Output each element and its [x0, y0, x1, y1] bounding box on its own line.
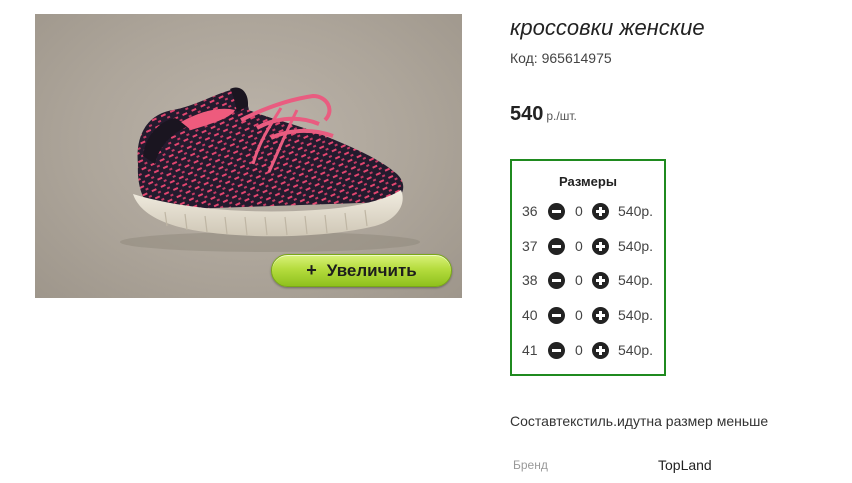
code-value: 965614975 [541, 50, 612, 66]
size-row: 41 0 540р. [512, 341, 664, 361]
brand-label: Бренд [513, 458, 548, 472]
size-row: 40 0 540р. [512, 306, 664, 326]
size-number: 40 [522, 307, 538, 323]
size-row: 36 0 540р. [512, 202, 664, 222]
size-row: 38 0 540р. [512, 271, 664, 291]
sizes-title: Размеры [559, 174, 617, 189]
size-price: 540р. [618, 272, 654, 288]
size-price: 540р. [618, 307, 654, 323]
minus-circle-icon[interactable] [548, 203, 565, 220]
zoom-plus-icon: + [306, 260, 317, 280]
minus-circle-icon[interactable] [548, 272, 565, 289]
product-price: 540 р./шт. [510, 103, 577, 126]
minus-circle-icon[interactable] [548, 342, 565, 359]
zoom-button-label: Увеличить [326, 260, 417, 280]
plus-circle-icon[interactable] [592, 272, 609, 289]
zoom-button[interactable]: + Увеличить [271, 254, 452, 287]
sizes-panel: Размеры 36 0 540р. 37 0 540р. 38 0 540р.… [510, 159, 666, 376]
code-label: Код: [510, 50, 538, 66]
size-number: 37 [522, 238, 538, 254]
size-row: 37 0 540р. [512, 237, 664, 257]
size-quantity: 0 [575, 203, 583, 219]
size-number: 36 [522, 203, 538, 219]
minus-circle-icon[interactable] [548, 238, 565, 255]
size-price: 540р. [618, 342, 654, 358]
product-title: кроссовки женские [510, 15, 705, 40]
product-code: Код: 965614975 [510, 50, 612, 66]
size-number: 41 [522, 342, 538, 358]
plus-circle-icon[interactable] [592, 342, 609, 359]
brand-value: TopLand [658, 457, 712, 473]
price-unit: р./шт. [546, 109, 577, 123]
size-price: 540р. [618, 203, 654, 219]
price-value: 540 [510, 103, 544, 125]
plus-circle-icon[interactable] [592, 203, 609, 220]
product-description: Составтекстиль.идутна размер меньше [510, 413, 769, 429]
minus-circle-icon[interactable] [548, 307, 565, 324]
plus-circle-icon[interactable] [592, 238, 609, 255]
size-number: 38 [522, 272, 538, 288]
size-quantity: 0 [575, 272, 583, 288]
plus-circle-icon[interactable] [592, 307, 609, 324]
size-quantity: 0 [575, 307, 583, 323]
size-price: 540р. [618, 238, 654, 254]
size-quantity: 0 [575, 238, 583, 254]
product-photo[interactable]: + Увеличить [35, 14, 462, 298]
size-quantity: 0 [575, 342, 583, 358]
